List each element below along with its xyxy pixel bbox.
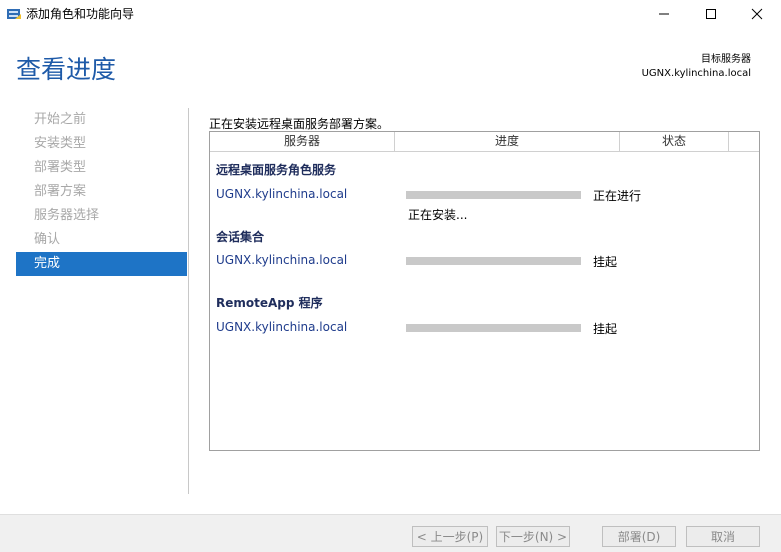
progress-bar	[406, 191, 581, 199]
server-name: UGNX.kylinchina.local	[216, 187, 348, 201]
column-header-progress[interactable]: 进度	[395, 132, 620, 151]
next-button[interactable]: 下一步(N) >	[496, 526, 570, 547]
progress-grid: 服务器 进度 状态 远程桌面服务角色服务 UGNX.kylinchina.loc…	[209, 131, 760, 451]
nav-item-completion[interactable]: 完成	[16, 252, 187, 276]
cancel-button[interactable]: 取消	[686, 526, 760, 547]
nav-item-installation-type[interactable]: 安装类型	[16, 132, 187, 156]
minimize-icon	[659, 13, 669, 15]
nav-divider	[188, 108, 189, 494]
nav-item-deployment-type[interactable]: 部署类型	[16, 156, 187, 180]
installation-status-text: 正在安装远程桌面服务部署方案。	[209, 117, 390, 131]
previous-button[interactable]: < 上一步(P)	[412, 526, 488, 547]
destination-label: 目标服务器	[701, 54, 751, 65]
nav-item-confirmation[interactable]: 确认	[16, 228, 187, 252]
group-title-session-collection: 会话集合	[216, 230, 265, 244]
grid-header: 服务器 进度 状态	[210, 132, 759, 152]
page-title: 查看进度	[16, 55, 117, 84]
nav-item-before-you-begin[interactable]: 开始之前	[16, 108, 187, 132]
deploy-button[interactable]: 部署(D)	[602, 526, 676, 547]
column-header-server[interactable]: 服务器	[210, 132, 395, 151]
server-name: UGNX.kylinchina.local	[216, 320, 348, 334]
server-name: UGNX.kylinchina.local	[216, 253, 348, 267]
nav-item-server-selection[interactable]: 服务器选择	[16, 204, 187, 228]
row-status: 挂起	[593, 255, 618, 269]
progress-bar	[406, 324, 581, 332]
progress-bar	[406, 257, 581, 265]
window-title: 添加角色和功能向导	[26, 7, 135, 21]
server-manager-icon	[6, 6, 22, 22]
nav-item-deployment-scenario[interactable]: 部署方案	[16, 180, 187, 204]
minimize-button[interactable]	[641, 0, 687, 28]
group-title-remoteapp-programs: RemoteApp 程序	[216, 296, 323, 310]
group-title-rds-role-services: 远程桌面服务角色服务	[216, 163, 337, 177]
maximize-icon	[706, 9, 716, 19]
destination-server-name: UGNX.kylinchina.local	[641, 68, 751, 79]
row-status: 挂起	[593, 322, 618, 336]
column-header-status[interactable]: 状态	[620, 132, 729, 151]
close-button[interactable]	[734, 0, 780, 28]
wizard-nav: 开始之前 安装类型 部署类型 部署方案 服务器选择 确认 完成	[16, 108, 187, 276]
wizard-footer: < 上一步(P) 下一步(N) > 部署(D) 取消	[0, 514, 781, 552]
title-bar: 添加角色和功能向导	[0, 0, 781, 28]
row-status: 正在进行	[593, 189, 642, 203]
row-substatus: 正在安装...	[408, 208, 468, 222]
maximize-button[interactable]	[688, 0, 734, 28]
close-icon	[751, 8, 763, 20]
destination-server: 目标服务器 UGNX.kylinchina.local	[642, 53, 751, 81]
